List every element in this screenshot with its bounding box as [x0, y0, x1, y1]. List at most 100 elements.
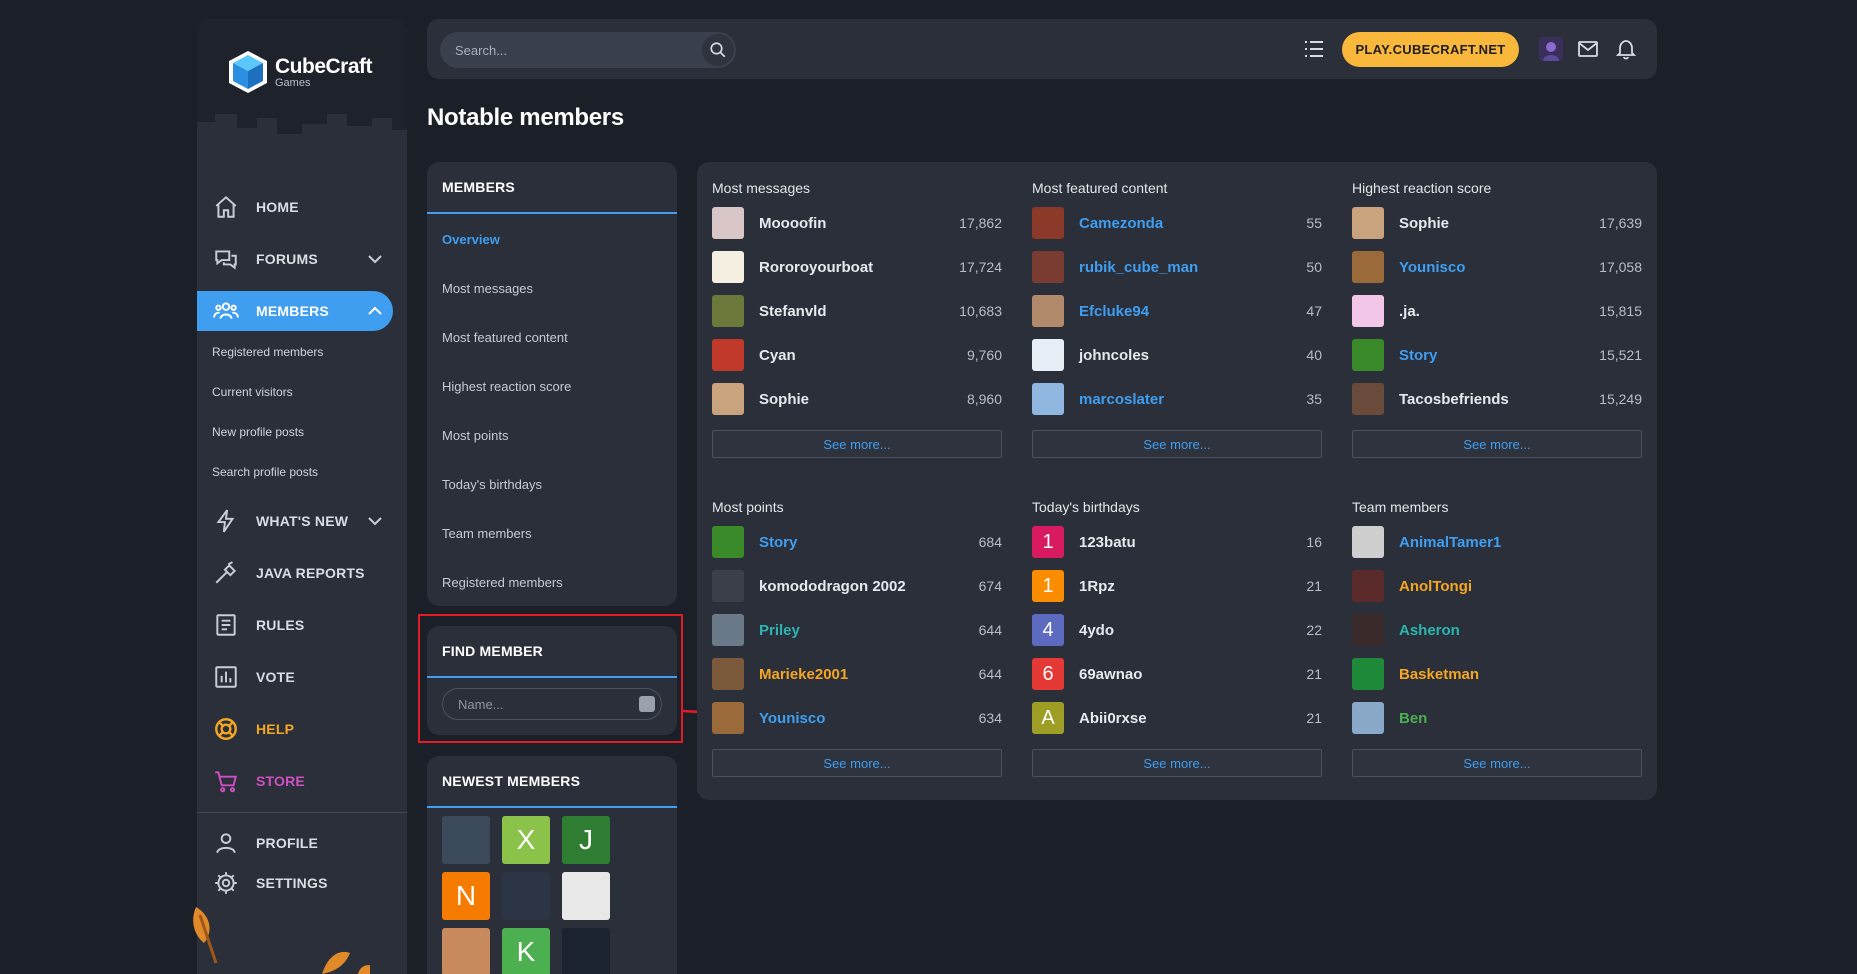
chevron-up-icon[interactable] [367, 303, 383, 319]
sidebar-item-settings[interactable]: SETTINGS [197, 863, 393, 903]
member-name-link[interactable]: Moooofin [759, 215, 959, 232]
chevron-down-icon[interactable] [367, 513, 383, 529]
avatar[interactable] [712, 702, 744, 734]
avatar[interactable] [1352, 339, 1384, 371]
see-more-button[interactable]: See more... [1352, 430, 1642, 458]
member-name-link[interactable]: Story [759, 534, 979, 551]
see-more-button[interactable]: See more... [712, 430, 1002, 458]
member-name-link[interactable]: 1Rpz [1079, 578, 1306, 595]
list-menu-button[interactable] [1300, 35, 1328, 63]
avatar[interactable] [1352, 658, 1384, 690]
member-name-link[interactable]: Marieke2001 [759, 666, 979, 683]
newest-member-avatar[interactable]: K [502, 928, 550, 974]
member-name-link[interactable]: Sophie [759, 391, 967, 408]
newest-member-avatar[interactable] [562, 928, 610, 974]
section-title[interactable]: Most messages [712, 180, 1002, 200]
avatar[interactable] [712, 570, 744, 602]
play-server-button[interactable]: PLAY.CUBECRAFT.NET [1342, 32, 1519, 67]
avatar[interactable]: A [1032, 702, 1064, 734]
avatar[interactable] [712, 658, 744, 690]
section-title[interactable]: Highest reaction score [1352, 180, 1642, 200]
sidebar-subitem-registered-members[interactable]: Registered members [212, 345, 323, 359]
member-name-link[interactable]: Ben [1399, 710, 1642, 727]
member-name-link[interactable]: marcoslater [1079, 391, 1306, 408]
member-name-link[interactable]: Basketman [1399, 666, 1642, 683]
members-menu-todays-birthdays[interactable]: Today's birthdays [442, 477, 542, 492]
user-avatar[interactable] [1537, 35, 1565, 63]
member-name-link[interactable]: Asheron [1399, 622, 1642, 639]
avatar[interactable]: 1 [1032, 570, 1064, 602]
member-name-link[interactable]: .ja. [1399, 303, 1599, 320]
sidebar-item-members[interactable]: MEMBERS [197, 291, 393, 331]
members-menu-most-points[interactable]: Most points [442, 428, 508, 443]
newest-member-avatar[interactable] [442, 816, 490, 864]
sidebar-item-help[interactable]: HELP [197, 709, 393, 749]
avatar[interactable] [1032, 383, 1064, 415]
avatar[interactable] [1352, 570, 1384, 602]
newest-member-avatar[interactable]: N [442, 872, 490, 920]
newest-member-avatar[interactable]: X [502, 816, 550, 864]
avatar[interactable] [712, 526, 744, 558]
avatar[interactable] [1032, 295, 1064, 327]
search-button[interactable] [702, 34, 734, 66]
avatar[interactable] [712, 251, 744, 283]
avatar[interactable] [1032, 251, 1064, 283]
member-name-link[interactable]: Priley [759, 622, 979, 639]
avatar[interactable] [1352, 526, 1384, 558]
member-name-link[interactable]: AnimalTamer1 [1399, 534, 1642, 551]
member-name-link[interactable]: AnolTongi [1399, 578, 1642, 595]
members-menu-registered-members[interactable]: Registered members [442, 575, 563, 590]
avatar[interactable] [1032, 339, 1064, 371]
sidebar-item-store[interactable]: STORE [197, 761, 393, 801]
cubecraft-logo[interactable]: CubeCraft Games [227, 49, 373, 95]
member-name-link[interactable]: Cyan [759, 347, 967, 364]
member-name-link[interactable]: 123batu [1079, 534, 1306, 551]
see-more-button[interactable]: See more... [1352, 749, 1642, 777]
member-name-link[interactable]: Stefanvld [759, 303, 959, 320]
avatar[interactable] [1352, 614, 1384, 646]
member-name-link[interactable]: Younisco [1399, 259, 1599, 276]
newest-member-avatar[interactable] [562, 872, 610, 920]
inbox-button[interactable] [1574, 35, 1602, 63]
section-title[interactable]: Most points [712, 499, 1002, 519]
member-name-link[interactable]: 69awnao [1079, 666, 1306, 683]
avatar[interactable] [1352, 383, 1384, 415]
section-title[interactable]: Today's birthdays [1032, 499, 1322, 519]
member-name-link[interactable]: Tacosbefriends [1399, 391, 1599, 408]
member-name-link[interactable]: Rororoyourboat [759, 259, 959, 276]
sidebar-item-whats-new[interactable]: WHAT'S NEW [197, 501, 393, 541]
alerts-button[interactable] [1612, 35, 1640, 63]
member-name-link[interactable]: Efcluke94 [1079, 303, 1306, 320]
sidebar-item-vote[interactable]: VOTE [197, 657, 393, 697]
newest-member-avatar[interactable]: J [562, 816, 610, 864]
avatar[interactable] [712, 207, 744, 239]
avatar[interactable] [712, 614, 744, 646]
members-menu-most-featured[interactable]: Most featured content [442, 330, 568, 345]
see-more-button[interactable]: See more... [712, 749, 1002, 777]
member-name-link[interactable]: Abii0rxse [1079, 710, 1306, 727]
member-name-link[interactable]: komododragon 2002 [759, 578, 979, 595]
avatar[interactable] [1352, 251, 1384, 283]
members-menu-highest-reaction[interactable]: Highest reaction score [442, 379, 571, 394]
avatar[interactable]: 1 [1032, 526, 1064, 558]
member-name-link[interactable]: Story [1399, 347, 1599, 364]
sidebar-subitem-search-profile-posts[interactable]: Search profile posts [212, 465, 318, 479]
newest-member-avatar[interactable] [442, 928, 490, 974]
avatar[interactable]: 4 [1032, 614, 1064, 646]
sidebar-item-home[interactable]: HOME [197, 187, 393, 227]
see-more-button[interactable]: See more... [1032, 749, 1322, 777]
sidebar-subitem-current-visitors[interactable]: Current visitors [212, 385, 293, 399]
members-menu-overview[interactable]: Overview [442, 232, 500, 247]
avatar[interactable] [712, 339, 744, 371]
member-name-link[interactable]: Sophie [1399, 215, 1599, 232]
sidebar-item-profile[interactable]: PROFILE [197, 823, 393, 863]
avatar[interactable] [712, 383, 744, 415]
sidebar-subitem-new-profile-posts[interactable]: New profile posts [212, 425, 304, 439]
avatar[interactable] [1352, 702, 1384, 734]
section-title[interactable]: Team members [1352, 499, 1642, 519]
member-name-link[interactable]: johncoles [1079, 347, 1306, 364]
member-name-link[interactable]: rubik_cube_man [1079, 259, 1306, 276]
member-name-link[interactable]: Camezonda [1079, 215, 1306, 232]
chevron-down-icon[interactable] [367, 251, 383, 267]
members-menu-most-messages[interactable]: Most messages [442, 281, 533, 296]
